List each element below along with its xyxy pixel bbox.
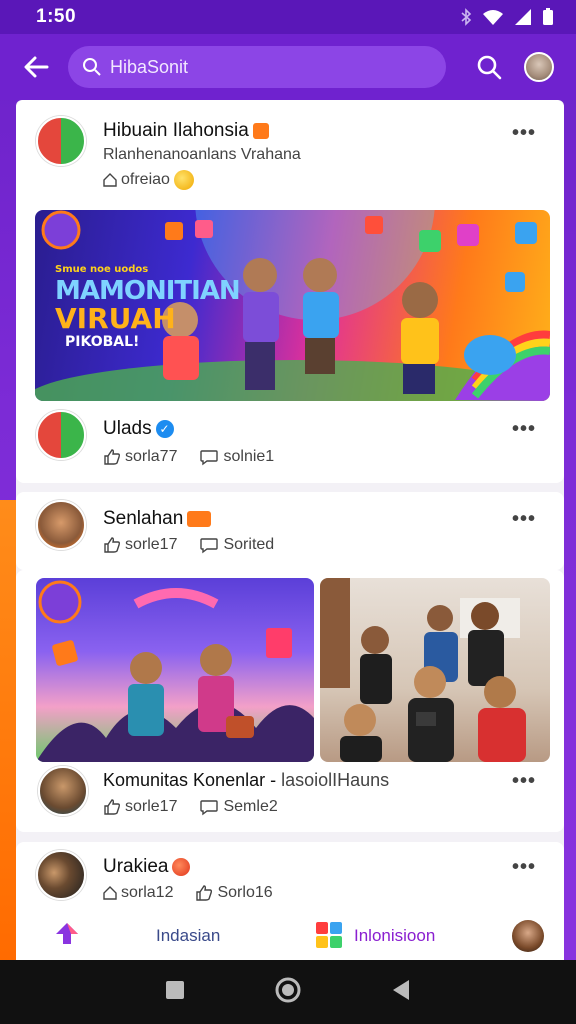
banner-line-4: PIKOBAL! [65,334,140,350]
meta-text: ofreiao [121,171,170,188]
author-name-text: Urakiea [103,856,169,877]
author-subtitle: lasoiolIHauns [281,770,390,790]
post-author-name[interactable]: Hibuain Ilahonsia [103,120,269,142]
search-query: HibaSonit [110,56,189,77]
post-banner-image[interactable]: Smue noe uodos MAMONITIAN VIRUAH PIKOBAL… [35,210,550,401]
profile-avatar[interactable] [524,52,554,82]
author-name-text: Senlahan [103,508,184,529]
tab-label-1[interactable]: Indasian [156,926,220,946]
arrow-left-icon [24,56,49,78]
home-icon [103,173,117,187]
like-icon[interactable] [103,536,121,554]
post-card: Komunitas Konenlar - lasoiolIHauns sorle… [16,570,564,832]
system-back-button[interactable] [391,979,411,1006]
more-options-button[interactable]: ••• [512,508,536,531]
recent-apps-button[interactable] [165,980,185,1005]
post-stats: sorle17 Semle2 [103,798,278,816]
home-icon [103,886,117,900]
signal-icon [515,9,531,25]
comments-count: solnie1 [223,448,275,465]
badge-icon [187,510,212,527]
like-icon[interactable] [103,448,121,466]
avatar[interactable] [38,766,88,816]
more-options-button[interactable]: ••• [512,856,536,879]
wifi-icon [483,10,503,25]
post-image-right[interactable] [320,578,550,762]
author-name-text: Ulads [103,418,152,439]
status-icons [460,8,554,26]
search-icon [83,58,101,76]
like-icon[interactable] [103,798,121,816]
illustration-crowd [36,580,314,762]
puzzle-icon [316,922,342,948]
more-options-button[interactable]: ••• [512,418,536,441]
comments-count: Semle2 [223,798,278,815]
tab-community-icon [314,920,344,950]
app-bar: HibaSonit [0,34,576,100]
verified-icon: ✓ [155,419,174,438]
badge-icon [172,857,191,876]
comment-icon[interactable] [199,536,219,554]
search-button[interactable] [474,52,504,82]
likes-count: sorle17 [125,536,178,553]
like-icon[interactable] [195,884,213,902]
photo-people [320,578,526,762]
bottom-tab-bar: Indasian Inlonisioon [16,910,564,960]
post-author-name[interactable]: Senlahan [103,508,212,530]
status-bar: 1:50 [0,0,576,34]
avatar[interactable] [36,850,86,900]
post-stats: sorla12 Sorlo16 [103,884,273,902]
triangle-back-icon [393,979,410,1000]
post-card: Senlahan sorle17 Sorited ••• [16,492,564,570]
likes-count: sorla77 [125,448,178,465]
search-input[interactable]: HibaSonit [68,46,446,88]
emoji-icon [173,170,194,190]
post-author-name[interactable]: Komunitas Konenlar - lasoiolIHauns [103,770,389,791]
comments-count: Sorited [223,536,275,553]
status-time: 1:50 [36,6,77,27]
battery-icon [543,8,553,25]
author-name-text: Hibuain Ilahonsia [103,120,249,141]
home-button[interactable] [274,976,302,1009]
system-nav-bar [0,960,576,1024]
tab-label-2[interactable]: Inlonisioon [354,926,435,946]
tab-profile-avatar[interactable] [512,920,544,952]
more-options-button[interactable]: ••• [512,770,536,793]
author-name-text: Komunitas Konenlar [103,770,266,790]
post-stats: sorla77 solnie1 [103,448,274,466]
post-stats: sorle17 Sorited [103,536,274,554]
avatar[interactable] [36,410,86,460]
back-button[interactable] [18,49,54,85]
banner-line-3: VIRUAH [55,302,176,335]
more-options-button[interactable]: ••• [512,122,536,145]
upload-icon [56,923,78,944]
likes-count: sorla12 [121,884,174,901]
feed[interactable]: Hibuain Ilahonsia Rlanhenanoanlans Vraha… [16,100,564,960]
search-icon [477,55,502,80]
banner-line-1: Smue noe uodos [55,264,149,275]
separator: - [270,770,282,790]
comment-icon[interactable] [199,448,219,466]
post-author-name[interactable]: Urakiea [103,856,191,878]
comment-icon[interactable] [199,798,219,816]
post-card: Urakiea sorla12 Sorlo16 ••• [16,842,564,920]
square-icon [165,980,184,999]
post-author-name[interactable]: Ulads ✓ [103,418,174,440]
post-card: Hibuain Ilahonsia Rlanhenanoanlans Vraha… [16,100,564,483]
avatar[interactable] [36,500,86,550]
post-subtitle: Rlanhenanoanlans Vrahana [103,146,301,163]
post-image-left[interactable] [36,578,314,762]
likes-count: sorle17 [125,798,178,815]
comments-count: Sorlo16 [217,884,273,901]
circle-icon [275,977,301,1002]
badge-icon [252,122,269,139]
bluetooth-icon [461,8,472,26]
post-meta: ofreiao [103,170,194,190]
tab-home[interactable] [52,920,82,950]
avatar[interactable] [36,116,86,166]
